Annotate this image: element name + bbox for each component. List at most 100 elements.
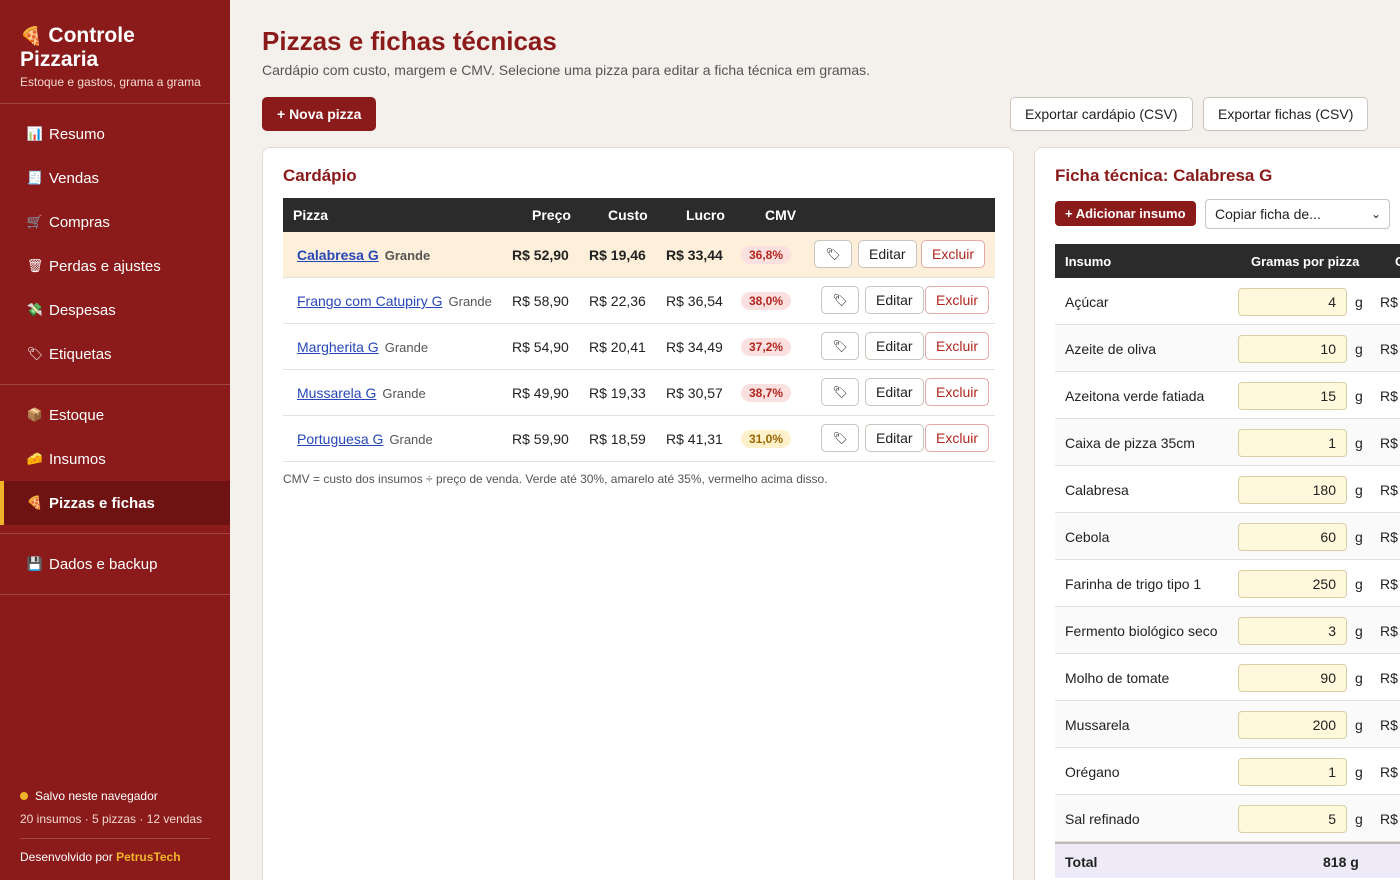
delete-button[interactable]: Excluir <box>925 424 990 452</box>
sidebar-item-label: Despesas <box>49 301 116 319</box>
pizza-name-cell: Mussarela G Grande <box>297 385 426 401</box>
pizza-size: Grande <box>448 294 492 309</box>
brand-subtitle: Estoque e gastos, grama a grama <box>20 75 201 89</box>
total-label: Total <box>1065 854 1098 870</box>
page-title: Pizzas e fichas técnicas <box>262 26 557 56</box>
ingredient-cost: R$ <box>1380 717 1398 733</box>
sidebar-item-label: Compras <box>49 213 110 231</box>
delete-button[interactable]: Excluir <box>925 332 990 360</box>
menu-row: Calabresa G Grande R$ 52,90 R$ 19,46 R$ 33,4… <box>283 232 995 278</box>
edit-button[interactable]: Editar <box>865 378 924 406</box>
box-icon: 📦 <box>26 407 44 422</box>
grams-input[interactable]: 10 <box>1238 335 1347 363</box>
price-cell: R$ 59,90 <box>512 431 569 447</box>
pizza-link[interactable]: Portuguesa G <box>297 431 383 447</box>
col-ingredient-cost: C <box>1395 254 1400 269</box>
label-tag-button[interactable]: 🏷 <box>814 240 852 268</box>
sidebar-item-label: Dados e backup <box>49 555 158 573</box>
grams-input[interactable]: 250 <box>1238 570 1347 598</box>
recipe-table-header: Insumo Gramas por pizza C <box>1055 244 1400 278</box>
label-tag-button[interactable]: 🏷 <box>821 286 859 314</box>
sidebar-item-dados-e-backup[interactable]: 💾 Dados e backup <box>0 542 230 586</box>
pizza-link[interactable]: Frango com Catupiry G <box>297 293 443 309</box>
sidebar-item-perdas-e-ajustes[interactable]: 🗑 Perdas e ajustes <box>0 244 230 288</box>
delete-button[interactable]: Excluir <box>921 240 986 268</box>
col-profit: Lucro <box>686 207 725 223</box>
sidebar-item-etiquetas[interactable]: 🏷 Etiquetas <box>0 332 230 376</box>
col-pizza: Pizza <box>293 207 329 223</box>
cost-cell: R$ 22,36 <box>589 293 646 309</box>
grams-input[interactable]: 90 <box>1238 664 1347 692</box>
copy-sheet-select[interactable]: Copiar ficha de... ⌄ <box>1205 199 1390 229</box>
profit-cell: R$ 36,54 <box>666 293 723 309</box>
sidebar-item-compras[interactable]: 🛒 Compras <box>0 200 230 244</box>
ingredient-name: Mussarela <box>1065 717 1130 733</box>
add-ingredient-button[interactable]: + Adicionar insumo <box>1055 201 1196 226</box>
edit-button[interactable]: Editar <box>858 240 917 268</box>
profit-cell: R$ 34,49 <box>666 339 723 355</box>
brand: 🍕 Controle Pizzaria Estoque e gastos, gra… <box>0 0 230 104</box>
delete-button[interactable]: Excluir <box>925 286 990 314</box>
cheese-icon: 🧀 <box>26 451 44 466</box>
delete-button[interactable]: Excluir <box>925 378 990 406</box>
cost-cell: R$ 19,46 <box>589 247 646 263</box>
pizza-name-cell: Frango com Catupiry G Grande <box>297 293 492 309</box>
pizza-link[interactable]: Calabresa G <box>297 247 379 263</box>
ingredient-name: Calabresa <box>1065 482 1129 498</box>
data-counts: 20 insumos · 5 pizzas · 12 vendas <box>20 812 203 826</box>
edit-button[interactable]: Editar <box>865 424 924 452</box>
recipe-row: Orégano 1 g R$ <box>1055 748 1400 795</box>
page-subtitle: Cardápio com custo, margem e CMV. Seleci… <box>262 62 870 78</box>
cmv-badge: 38,7% <box>741 384 792 402</box>
nav-group: 📦 Estoque 🧀 Insumos 🍕 Pizzas e fichas <box>0 385 230 534</box>
grams-unit: g <box>1355 811 1363 827</box>
label-tag-button[interactable]: 🏷 <box>821 424 859 452</box>
grams-unit: g <box>1355 482 1363 498</box>
grams-input[interactable]: 3 <box>1238 617 1347 645</box>
edit-button[interactable]: Editar <box>865 332 924 360</box>
status-text: Salvo neste navegador <box>35 789 158 803</box>
export-sheets-csv-button[interactable]: Exportar fichas (CSV) <box>1203 97 1369 131</box>
sidebar-item-vendas[interactable]: 🧾 Vendas <box>0 156 230 200</box>
grams-input[interactable]: 4 <box>1238 288 1347 316</box>
sidebar-item-despesas[interactable]: 💸 Despesas <box>0 288 230 332</box>
col-price: Preço <box>532 207 571 223</box>
receipt-icon: 🧾 <box>26 170 44 185</box>
tag-icon: 🏷 <box>26 346 44 361</box>
edit-button[interactable]: Editar <box>865 286 924 314</box>
dev-link[interactable]: PetrusTech <box>116 850 180 864</box>
menu-row: Margherita G Grande R$ 54,90 R$ 20,41 R$ 34,… <box>283 324 995 370</box>
grams-input[interactable]: 200 <box>1238 711 1347 739</box>
export-menu-csv-button[interactable]: Exportar cardápio (CSV) <box>1010 97 1193 131</box>
col-cmv: CMV <box>765 207 797 223</box>
new-pizza-button[interactable]: + Nova pizza <box>262 97 377 131</box>
pizza-link[interactable]: Margherita G <box>297 339 379 355</box>
ingredient-cost: R$ <box>1380 435 1398 451</box>
sidebar-item-pizzas-e-fichas[interactable]: 🍕 Pizzas e fichas <box>0 481 230 525</box>
grams-input[interactable]: 180 <box>1238 476 1347 504</box>
profit-cell: R$ 33,44 <box>666 247 723 263</box>
pizza-size: Grande <box>389 432 433 447</box>
sidebar-item-label: Resumo <box>49 125 105 143</box>
sidebar-item-resumo[interactable]: 📊 Resumo <box>0 112 230 156</box>
label-tag-button[interactable]: 🏷 <box>821 378 859 406</box>
ingredient-cost: R$ <box>1380 294 1398 310</box>
cmv-badge: 37,2% <box>741 338 792 356</box>
pizza-link[interactable]: Mussarela G <box>297 385 376 401</box>
menu-card: Cardápio Pizza Preço Custo Lucro CMV Cal… <box>262 147 1014 880</box>
grams-unit: g <box>1355 764 1363 780</box>
grams-input[interactable]: 60 <box>1238 523 1347 551</box>
save-status: Salvo neste navegador <box>20 789 210 803</box>
grams-input[interactable]: 15 <box>1238 382 1347 410</box>
ingredient-cost: R$ <box>1380 623 1398 639</box>
pizza-size: Grande <box>382 386 426 401</box>
recipe-row: Sal refinado 5 g R$ <box>1055 795 1400 842</box>
sidebar-item-estoque[interactable]: 📦 Estoque <box>0 393 230 437</box>
grams-input[interactable]: 5 <box>1238 805 1347 833</box>
grams-input[interactable]: 1 <box>1238 429 1347 457</box>
grams-input[interactable]: 1 <box>1238 758 1347 786</box>
pizza-size: Grande <box>384 340 429 355</box>
recipe-title: Ficha técnica: Calabresa G <box>1055 166 1273 185</box>
label-tag-button[interactable]: 🏷 <box>821 332 859 360</box>
sidebar-item-insumos[interactable]: 🧀 Insumos <box>0 437 230 481</box>
